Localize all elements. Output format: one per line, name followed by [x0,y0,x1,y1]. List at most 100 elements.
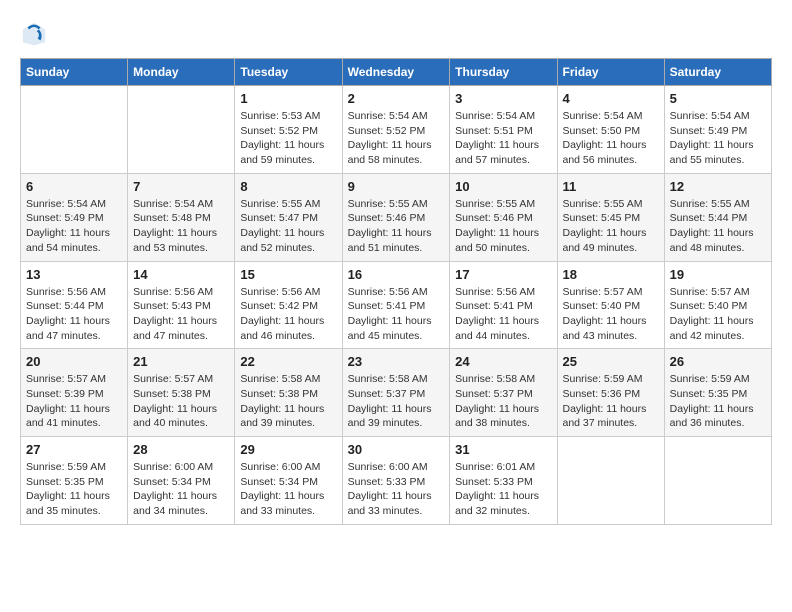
calendar-cell: 16 Sunrise: 5:56 AMSunset: 5:41 PMDayligh… [342,261,450,349]
cell-info: Sunrise: 5:56 AMSunset: 5:41 PMDaylight:… [455,285,551,344]
cell-info: Sunrise: 5:54 AMSunset: 5:50 PMDaylight:… [563,109,659,168]
calendar-cell: 7 Sunrise: 5:54 AMSunset: 5:48 PMDaylight… [128,173,235,261]
cell-info: Sunrise: 5:57 AMSunset: 5:40 PMDaylight:… [670,285,766,344]
day-number: 25 [563,354,659,369]
calendar-cell: 17 Sunrise: 5:56 AMSunset: 5:41 PMDayligh… [450,261,557,349]
calendar-cell: 12 Sunrise: 5:55 AMSunset: 5:44 PMDayligh… [664,173,771,261]
day-number: 5 [670,91,766,106]
cell-info: Sunrise: 5:56 AMSunset: 5:41 PMDaylight:… [348,285,445,344]
calendar-cell [21,86,128,174]
day-number: 21 [133,354,229,369]
day-number: 1 [240,91,336,106]
cell-info: Sunrise: 5:56 AMSunset: 5:42 PMDaylight:… [240,285,336,344]
day-number: 3 [455,91,551,106]
day-number: 26 [670,354,766,369]
cell-info: Sunrise: 5:56 AMSunset: 5:44 PMDaylight:… [26,285,122,344]
calendar-cell: 6 Sunrise: 5:54 AMSunset: 5:49 PMDaylight… [21,173,128,261]
calendar-cell: 1 Sunrise: 5:53 AMSunset: 5:52 PMDaylight… [235,86,342,174]
calendar-cell: 26 Sunrise: 5:59 AMSunset: 5:35 PMDayligh… [664,349,771,437]
cell-info: Sunrise: 5:56 AMSunset: 5:43 PMDaylight:… [133,285,229,344]
calendar-cell: 14 Sunrise: 5:56 AMSunset: 5:43 PMDayligh… [128,261,235,349]
cell-info: Sunrise: 6:00 AMSunset: 5:34 PMDaylight:… [240,460,336,519]
day-number: 31 [455,442,551,457]
cell-info: Sunrise: 5:57 AMSunset: 5:39 PMDaylight:… [26,372,122,431]
day-number: 12 [670,179,766,194]
calendar-cell: 13 Sunrise: 5:56 AMSunset: 5:44 PMDayligh… [21,261,128,349]
calendar-cell: 5Sunrise: 5:54 AMSunset: 5:49 PMDaylight… [664,86,771,174]
cell-info: Sunrise: 5:54 AMSunset: 5:48 PMDaylight:… [133,197,229,256]
day-header-thursday: Thursday [450,59,557,86]
day-number: 10 [455,179,551,194]
cell-info: Sunrise: 5:55 AMSunset: 5:45 PMDaylight:… [563,197,659,256]
calendar-cell: 28 Sunrise: 6:00 AMSunset: 5:34 PMDayligh… [128,437,235,525]
day-number: 20 [26,354,122,369]
page-header [20,20,772,48]
cell-info: Sunrise: 5:59 AMSunset: 5:36 PMDaylight:… [563,372,659,431]
day-header-monday: Monday [128,59,235,86]
cell-info: Sunrise: 5:55 AMSunset: 5:46 PMDaylight:… [455,197,551,256]
calendar-cell: 3Sunrise: 5:54 AMSunset: 5:51 PMDaylight… [450,86,557,174]
day-number: 24 [455,354,551,369]
cell-info: Sunrise: 6:01 AMSunset: 5:33 PMDaylight:… [455,460,551,519]
day-number: 27 [26,442,122,457]
cell-info: Sunrise: 5:55 AMSunset: 5:44 PMDaylight:… [670,197,766,256]
day-number: 18 [563,267,659,282]
header-row: SundayMondayTuesdayWednesdayThursdayFrid… [21,59,772,86]
cell-info: Sunrise: 6:00 AMSunset: 5:34 PMDaylight:… [133,460,229,519]
calendar-cell: 30Sunrise: 6:00 AMSunset: 5:33 PMDayligh… [342,437,450,525]
calendar-cell: 4 Sunrise: 5:54 AMSunset: 5:50 PMDaylight… [557,86,664,174]
calendar-cell: 15 Sunrise: 5:56 AMSunset: 5:42 PMDayligh… [235,261,342,349]
day-number: 8 [240,179,336,194]
day-number: 6 [26,179,122,194]
calendar-cell: 21 Sunrise: 5:57 AMSunset: 5:38 PMDayligh… [128,349,235,437]
day-header-friday: Friday [557,59,664,86]
calendar-cell: 23Sunrise: 5:58 AMSunset: 5:37 PMDayligh… [342,349,450,437]
cell-info: Sunrise: 5:57 AMSunset: 5:38 PMDaylight:… [133,372,229,431]
week-row-1: 1 Sunrise: 5:53 AMSunset: 5:52 PMDaylight… [21,86,772,174]
calendar-cell: 24 Sunrise: 5:58 AMSunset: 5:37 PMDayligh… [450,349,557,437]
calendar-cell: 22 Sunrise: 5:58 AMSunset: 5:38 PMDayligh… [235,349,342,437]
cell-info: Sunrise: 5:58 AMSunset: 5:37 PMDaylight:… [455,372,551,431]
day-number: 4 [563,91,659,106]
day-number: 13 [26,267,122,282]
calendar-cell: 25 Sunrise: 5:59 AMSunset: 5:36 PMDayligh… [557,349,664,437]
calendar-cell [557,437,664,525]
day-number: 28 [133,442,229,457]
cell-info: Sunrise: 5:59 AMSunset: 5:35 PMDaylight:… [26,460,122,519]
day-header-tuesday: Tuesday [235,59,342,86]
calendar-cell: 27 Sunrise: 5:59 AMSunset: 5:35 PMDayligh… [21,437,128,525]
cell-info: Sunrise: 5:58 AMSunset: 5:38 PMDaylight:… [240,372,336,431]
logo-icon [20,20,48,48]
cell-info: Sunrise: 5:57 AMSunset: 5:40 PMDaylight:… [563,285,659,344]
calendar-cell: 2Sunrise: 5:54 AMSunset: 5:52 PMDaylight… [342,86,450,174]
calendar-cell: 29 Sunrise: 6:00 AMSunset: 5:34 PMDayligh… [235,437,342,525]
calendar-table: SundayMondayTuesdayWednesdayThursdayFrid… [20,58,772,525]
day-header-sunday: Sunday [21,59,128,86]
day-number: 17 [455,267,551,282]
calendar-cell: 20 Sunrise: 5:57 AMSunset: 5:39 PMDayligh… [21,349,128,437]
day-number: 15 [240,267,336,282]
day-number: 9 [348,179,445,194]
week-row-2: 6 Sunrise: 5:54 AMSunset: 5:49 PMDaylight… [21,173,772,261]
day-number: 22 [240,354,336,369]
calendar-cell [128,86,235,174]
day-number: 14 [133,267,229,282]
week-row-3: 13 Sunrise: 5:56 AMSunset: 5:44 PMDayligh… [21,261,772,349]
calendar-cell: 18 Sunrise: 5:57 AMSunset: 5:40 PMDayligh… [557,261,664,349]
cell-info: Sunrise: 5:59 AMSunset: 5:35 PMDaylight:… [670,372,766,431]
day-number: 29 [240,442,336,457]
day-number: 16 [348,267,445,282]
calendar-cell: 10 Sunrise: 5:55 AMSunset: 5:46 PMDayligh… [450,173,557,261]
week-row-5: 27 Sunrise: 5:59 AMSunset: 5:35 PMDayligh… [21,437,772,525]
calendar-cell: 8Sunrise: 5:55 AMSunset: 5:47 PMDaylight… [235,173,342,261]
calendar-cell: 19 Sunrise: 5:57 AMSunset: 5:40 PMDayligh… [664,261,771,349]
cell-info: Sunrise: 5:54 AMSunset: 5:52 PMDaylight:… [348,109,445,168]
day-number: 7 [133,179,229,194]
cell-info: Sunrise: 5:55 AMSunset: 5:46 PMDaylight:… [348,197,445,256]
cell-info: Sunrise: 5:53 AMSunset: 5:52 PMDaylight:… [240,109,336,168]
day-number: 19 [670,267,766,282]
calendar-cell: 9 Sunrise: 5:55 AMSunset: 5:46 PMDaylight… [342,173,450,261]
day-number: 23 [348,354,445,369]
cell-info: Sunrise: 5:54 AMSunset: 5:49 PMDaylight:… [26,197,122,256]
week-row-4: 20 Sunrise: 5:57 AMSunset: 5:39 PMDayligh… [21,349,772,437]
